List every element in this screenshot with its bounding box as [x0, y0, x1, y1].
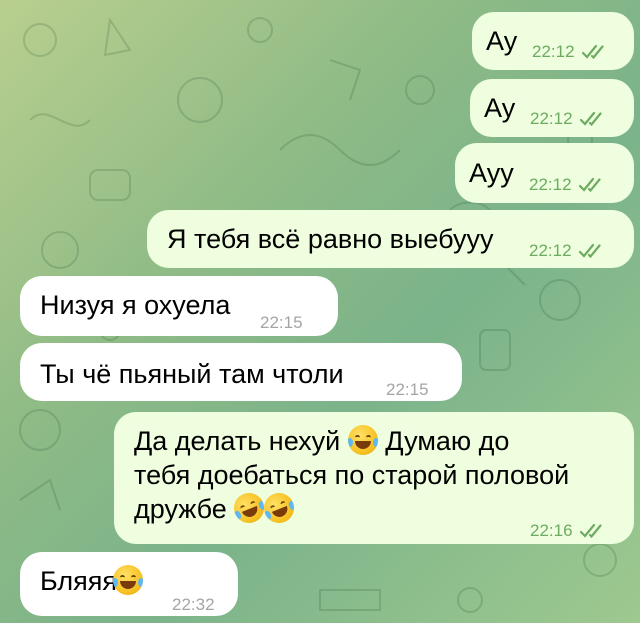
message-time: 22:12 [529, 241, 572, 260]
message-text: Ау [486, 26, 518, 56]
message-bubble-outgoing[interactable]: Я тебя всё равно выебууу 22:12 [147, 210, 634, 268]
message-text: Ты чё пьяный там чтоли [40, 359, 344, 389]
message-line: Да делать нехуй Думаю до [134, 425, 510, 456]
double-check-icon [579, 111, 602, 127]
message-bubble-incoming[interactable]: Бляяя 22:32 [20, 552, 238, 616]
message-meta: 22:16 [530, 514, 609, 548]
message-bubble-outgoing[interactable]: Да делать нехуй Думаю до тебя доебаться … [114, 412, 634, 544]
message-bubble-incoming[interactable]: Ты чё пьяный там чтоли 22:15 [20, 343, 462, 401]
message-meta: 22:15 [260, 306, 303, 340]
double-check-icon [581, 44, 604, 60]
message-time: 22:16 [530, 521, 573, 540]
message-text: Ауу [469, 158, 514, 188]
message-text: Бляяя [40, 564, 144, 598]
message-meta: 22:15 [386, 373, 429, 407]
message-time: 22:15 [386, 380, 429, 399]
message-meta: 22:12 [529, 168, 608, 202]
face-with-tears-of-joy-icon [113, 565, 144, 595]
double-check-icon [578, 243, 601, 259]
message-meta: 22:12 [530, 102, 609, 136]
message-bubble-outgoing[interactable]: Ау 22:12 [470, 79, 634, 137]
rolling-on-floor-laughing-icon [259, 488, 299, 528]
message-time: 22:12 [532, 42, 575, 61]
double-check-icon [579, 523, 602, 539]
message-meta: 22:12 [529, 234, 608, 268]
message-time: 22:15 [260, 313, 303, 332]
message-bubble-incoming[interactable]: Низуя я охуела 22:15 [20, 276, 338, 336]
message-line: тебя доебаться по старой половой [134, 460, 570, 490]
message-meta: 22:32 [172, 588, 215, 622]
message-text: Да делать нехуй Думаю до тебя доебаться … [134, 424, 570, 528]
face-with-tears-of-joy-icon [347, 425, 378, 455]
message-time: 22:12 [529, 175, 572, 194]
message-time: 22:32 [172, 595, 215, 614]
double-check-icon [578, 177, 601, 193]
message-meta: 22:12 [532, 35, 611, 69]
message-time: 22:12 [530, 109, 573, 128]
message-bubble-outgoing[interactable]: Ау 22:12 [472, 12, 634, 70]
message-text: Ау [484, 93, 516, 123]
message-text: Низуя я охуела [40, 290, 231, 320]
message-line: дружбе [134, 488, 569, 528]
message-text: Я тебя всё равно выебууу [167, 224, 494, 254]
message-bubble-outgoing[interactable]: Ауу 22:12 [455, 143, 634, 203]
